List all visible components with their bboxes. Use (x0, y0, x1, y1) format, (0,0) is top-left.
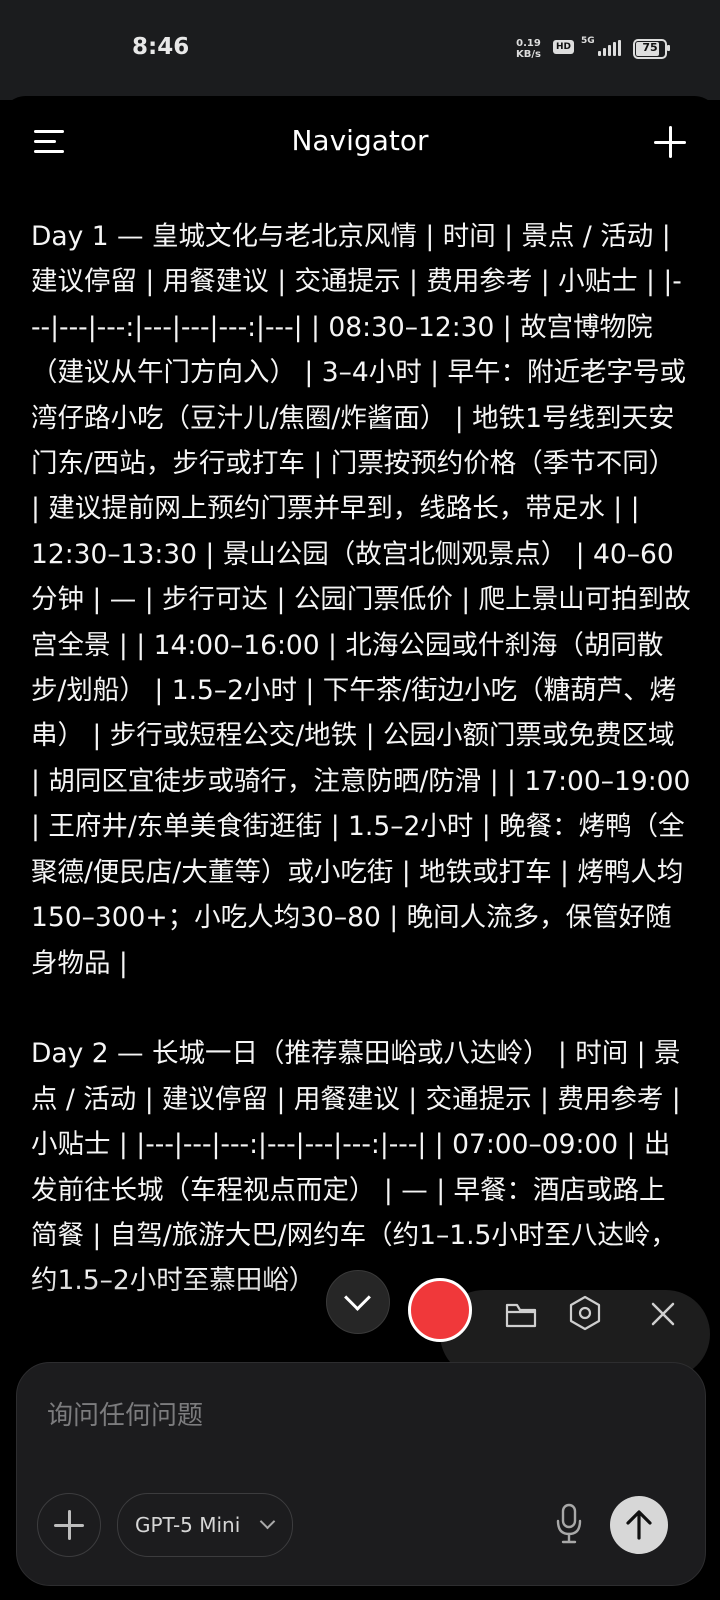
chevron-down-icon (259, 1513, 276, 1530)
new-chat-icon[interactable] (650, 122, 690, 162)
hd-badge: HD (553, 40, 575, 54)
signal-icon (598, 40, 621, 56)
close-icon[interactable] (651, 1302, 675, 1326)
send-button[interactable] (610, 1496, 668, 1554)
prompt-input[interactable] (45, 1395, 649, 1437)
record-icon[interactable] (408, 1278, 472, 1342)
battery-icon: 75 (633, 39, 670, 59)
app-header: Navigator (0, 96, 720, 186)
status-time: 8:46 (132, 34, 190, 60)
network-speed: 0.19 KB/s (516, 38, 541, 60)
composer: GPT-5 Mini (16, 1362, 706, 1586)
arrow-up-icon (626, 1510, 652, 1540)
chat-sheet: Navigator Day 1 — 皇城文化与老北京风情 | 时间 | 景点 /… (0, 96, 720, 1600)
network-type: 5G (581, 36, 595, 46)
camera-icon[interactable] (568, 1295, 602, 1331)
message-paragraph: Day 1 — 皇城文化与老北京风情 | 时间 | 景点 / 活动 | 建议停留… (31, 221, 691, 979)
plus-icon[interactable] (37, 1493, 101, 1557)
battery-level: 75 (642, 41, 658, 54)
folder-icon[interactable] (505, 1300, 537, 1330)
network-speed-value: 0.19 (516, 38, 541, 49)
assistant-message: Day 1 — 皇城文化与老北京风情 | 时间 | 景点 / 活动 | 建议停留… (31, 214, 691, 1314)
microphone-icon[interactable] (555, 1503, 583, 1545)
network-speed-unit: KB/s (516, 49, 541, 60)
status-bar: 8:46 0.19 KB/s HD 5G 75 (0, 0, 720, 100)
page-title: Navigator (291, 124, 429, 157)
message-paragraph: Day 2 — 长城一日（推荐慕田峪或八达岭） | 时间 | 景点 / 活动 |… (31, 1038, 681, 1296)
scroll-to-bottom-button[interactable] (326, 1270, 390, 1334)
model-selector[interactable]: GPT-5 Mini (117, 1493, 293, 1557)
model-label: GPT-5 Mini (135, 1513, 241, 1537)
